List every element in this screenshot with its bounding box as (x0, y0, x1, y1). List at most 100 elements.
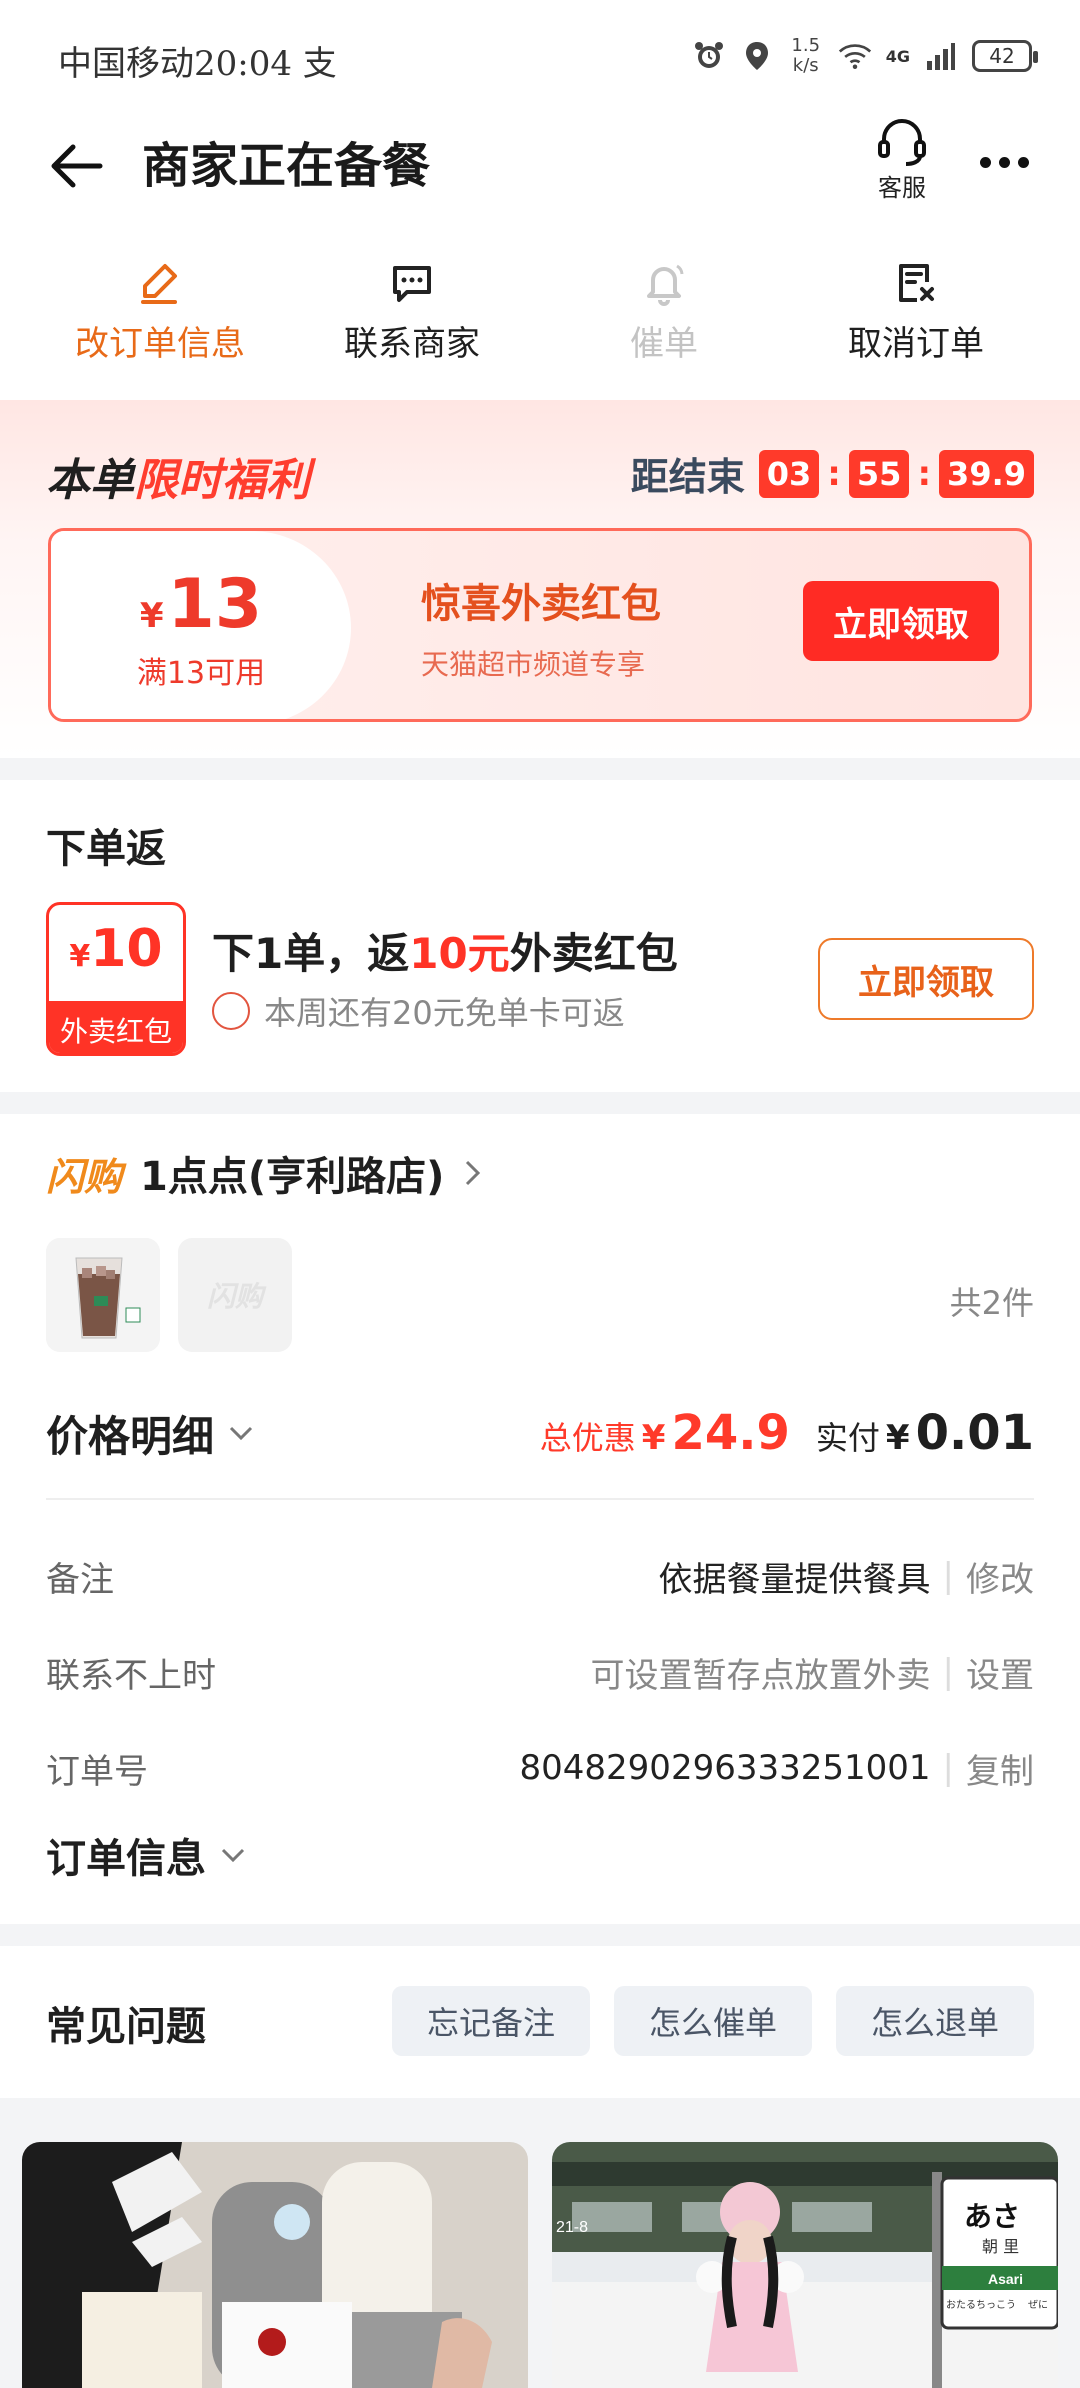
countdown-hours: 03 (758, 449, 820, 498)
red-packet-coupon: ¥ 13 满13可用 惊喜外卖红包 天猫超市频道专享 立即领取 (48, 528, 1032, 722)
alarm-icon (692, 39, 726, 73)
rebate-coupon: ¥10 外卖红包 (46, 902, 186, 1056)
paid-yen: ¥ (885, 1418, 910, 1458)
status-bar: 中国移动20:04 支 1.5 k/s 4G 42 (0, 0, 1080, 110)
order-card: 闪购 1点点(亨利路店) 闪购 共2件 价格明细 总优惠 ¥ 24.9 实付 ¥… (0, 1114, 1080, 1924)
item-count: 共2件 (949, 1284, 1034, 1322)
remark-row: 备注 依据餐量提供餐具 | 修改 (46, 1546, 1034, 1606)
countdown-separator: : (827, 453, 841, 494)
cancel-order-button[interactable]: 取消订单 (790, 260, 1042, 380)
coupon-value: ¥ 13 满13可用 (51, 531, 351, 719)
coupon-yen: ¥ (139, 595, 164, 636)
contact-merchant-label: 联系商家 (344, 324, 480, 364)
discount-yen: ¥ (641, 1418, 666, 1458)
rebate-coupon-yen: ¥ (69, 939, 91, 974)
order-info-toggle[interactable]: 订单信息 (46, 1826, 246, 1884)
product-thumbnail-placeholder[interactable]: 闪购 (178, 1238, 292, 1352)
edit-icon (141, 264, 177, 304)
paid-label: 实付 (815, 1419, 880, 1457)
urge-order-label: 催单 (630, 324, 698, 364)
placeholder-brand: 闪购 (206, 1280, 263, 1313)
claim-coupon-button[interactable]: 立即领取 (803, 581, 999, 661)
order-number-row: 订单号 8048290296333251001 | 复制 (46, 1738, 1034, 1798)
chevron-down-icon (221, 1848, 245, 1863)
promo-title: 本单限时福利 (46, 444, 310, 508)
unreachable-value: 可设置暂存点放置外卖 (590, 1655, 931, 1696)
faq-title: 常见问题 (46, 2004, 206, 2050)
edit-remark-link[interactable]: 修改 (966, 1552, 1034, 1601)
page-title: 商家正在备餐 (142, 138, 431, 194)
coupon-number: 13 (167, 564, 263, 644)
edit-order-label: 改订单信息 (75, 324, 245, 364)
discount-value: 24.9 (671, 1405, 790, 1461)
faq-section: 常见问题 忘记备注 怎么催单 怎么退单 (0, 1946, 1080, 2098)
cancel-order-label: 取消订单 (848, 324, 984, 364)
discount-label: 总优惠 (539, 1419, 636, 1457)
faq-chip-how-urge[interactable]: 怎么催单 (614, 1986, 812, 2056)
station-sign-main: あさ (964, 2200, 1020, 2233)
separator: | (942, 1748, 954, 1788)
chevron-right-icon (466, 1160, 481, 1186)
station-sign-kanji: 朝 里 (982, 2237, 1019, 2256)
signal-icon (924, 39, 958, 73)
urge-order-button[interactable]: 催单 (538, 260, 790, 380)
radio-circle-icon[interactable] (212, 992, 250, 1030)
service-label: 客服 (878, 173, 926, 202)
headset-icon (878, 118, 926, 166)
feed-card-station[interactable]: 21-8 あさ 朝 里 Asari おたるちっこう ぜに (552, 2142, 1058, 2388)
coupon-condition: 满13可用 (136, 655, 266, 691)
price-row: 价格明细 总优惠 ¥ 24.9 实付 ¥ 0.01 (46, 1398, 1034, 1468)
free-card-option[interactable]: 本周还有20元免单卡可返 (212, 988, 625, 1034)
free-card-text: 本周还有20元免单卡可返 (264, 994, 625, 1032)
unreachable-key: 联系不上时 (46, 1655, 216, 1696)
price-summary: 总优惠 ¥ 24.9 实付 ¥ 0.01 (540, 1405, 1034, 1461)
order-header: 商家正在备餐 客服 改订单信息 联系商家 催单 取消订单 (0, 110, 1080, 400)
price-detail-label: 价格明细 (46, 1411, 215, 1461)
shangou-logo: 闪购 (46, 1154, 123, 1199)
station-next: ぜに (1028, 2299, 1048, 2311)
sign-number-left: 21-8 (556, 2219, 588, 2236)
rebate-text-b: 外卖红包 (509, 929, 678, 978)
socks-photo (22, 2142, 528, 2388)
countdown-seconds: 39.9 (939, 449, 1034, 498)
bell-icon (647, 264, 684, 306)
coupon-amount: ¥ 13 (140, 565, 262, 644)
rebate-text: 下1单，返10元外卖红包 (212, 920, 678, 981)
countdown-separator: : (917, 453, 932, 494)
contact-merchant-button[interactable]: 联系商家 (286, 260, 538, 380)
set-dropoff-link[interactable]: 设置 (966, 1648, 1034, 1697)
chevron-down-icon (229, 1426, 253, 1441)
more-dot (1017, 156, 1029, 168)
remark-value: 依据餐量提供餐具 (658, 1559, 931, 1600)
claim-rebate-button[interactable]: 立即领取 (818, 938, 1034, 1020)
separator: | (942, 1652, 954, 1692)
copy-order-number-link[interactable]: 复制 (966, 1744, 1034, 1793)
rebate-coupon-amount: ¥10 (49, 905, 183, 1001)
product-thumbnail[interactable] (46, 1238, 160, 1352)
paid-value: 0.01 (915, 1405, 1034, 1461)
order-number-value: 8048290296333251001 (519, 1748, 931, 1788)
more-button[interactable] (964, 132, 1044, 192)
faq-chip-how-refund[interactable]: 怎么退单 (836, 1986, 1034, 2056)
store-link[interactable]: 闪购 1点点(亨利路店) (46, 1144, 484, 1202)
countdown-minutes: 55 (848, 449, 910, 498)
network-type: 4G (885, 46, 910, 66)
promo-title-red: 限时福利 (134, 455, 310, 506)
chat-icon (393, 266, 431, 302)
product-thumbnails[interactable]: 闪购 (46, 1238, 292, 1352)
back-arrow-icon (51, 144, 103, 188)
station-photo: 21-8 あさ 朝 里 Asari おたるちっこう ぜに (552, 2142, 1058, 2388)
faq-chip-forgot-remark[interactable]: 忘记备注 (392, 1986, 590, 2056)
rebate-text-a: 下1单，返 (212, 929, 410, 978)
battery-icon: 42 (972, 40, 1038, 72)
store-name: 1点点(亨利路店) (140, 1154, 445, 1200)
edit-order-button[interactable]: 改订单信息 (34, 260, 286, 380)
separator: | (942, 1556, 954, 1596)
net-speed: 1.5 k/s (791, 35, 821, 76)
price-detail-toggle[interactable]: 价格明细 (46, 1403, 254, 1464)
unreachable-row: 联系不上时 可设置暂存点放置外卖 | 设置 (46, 1642, 1034, 1702)
feed-card-socks[interactable] (22, 2142, 528, 2388)
customer-service-button[interactable]: 客服 (852, 110, 952, 210)
back-button[interactable] (44, 130, 108, 202)
milk-tea-cup-image (46, 1238, 160, 1352)
